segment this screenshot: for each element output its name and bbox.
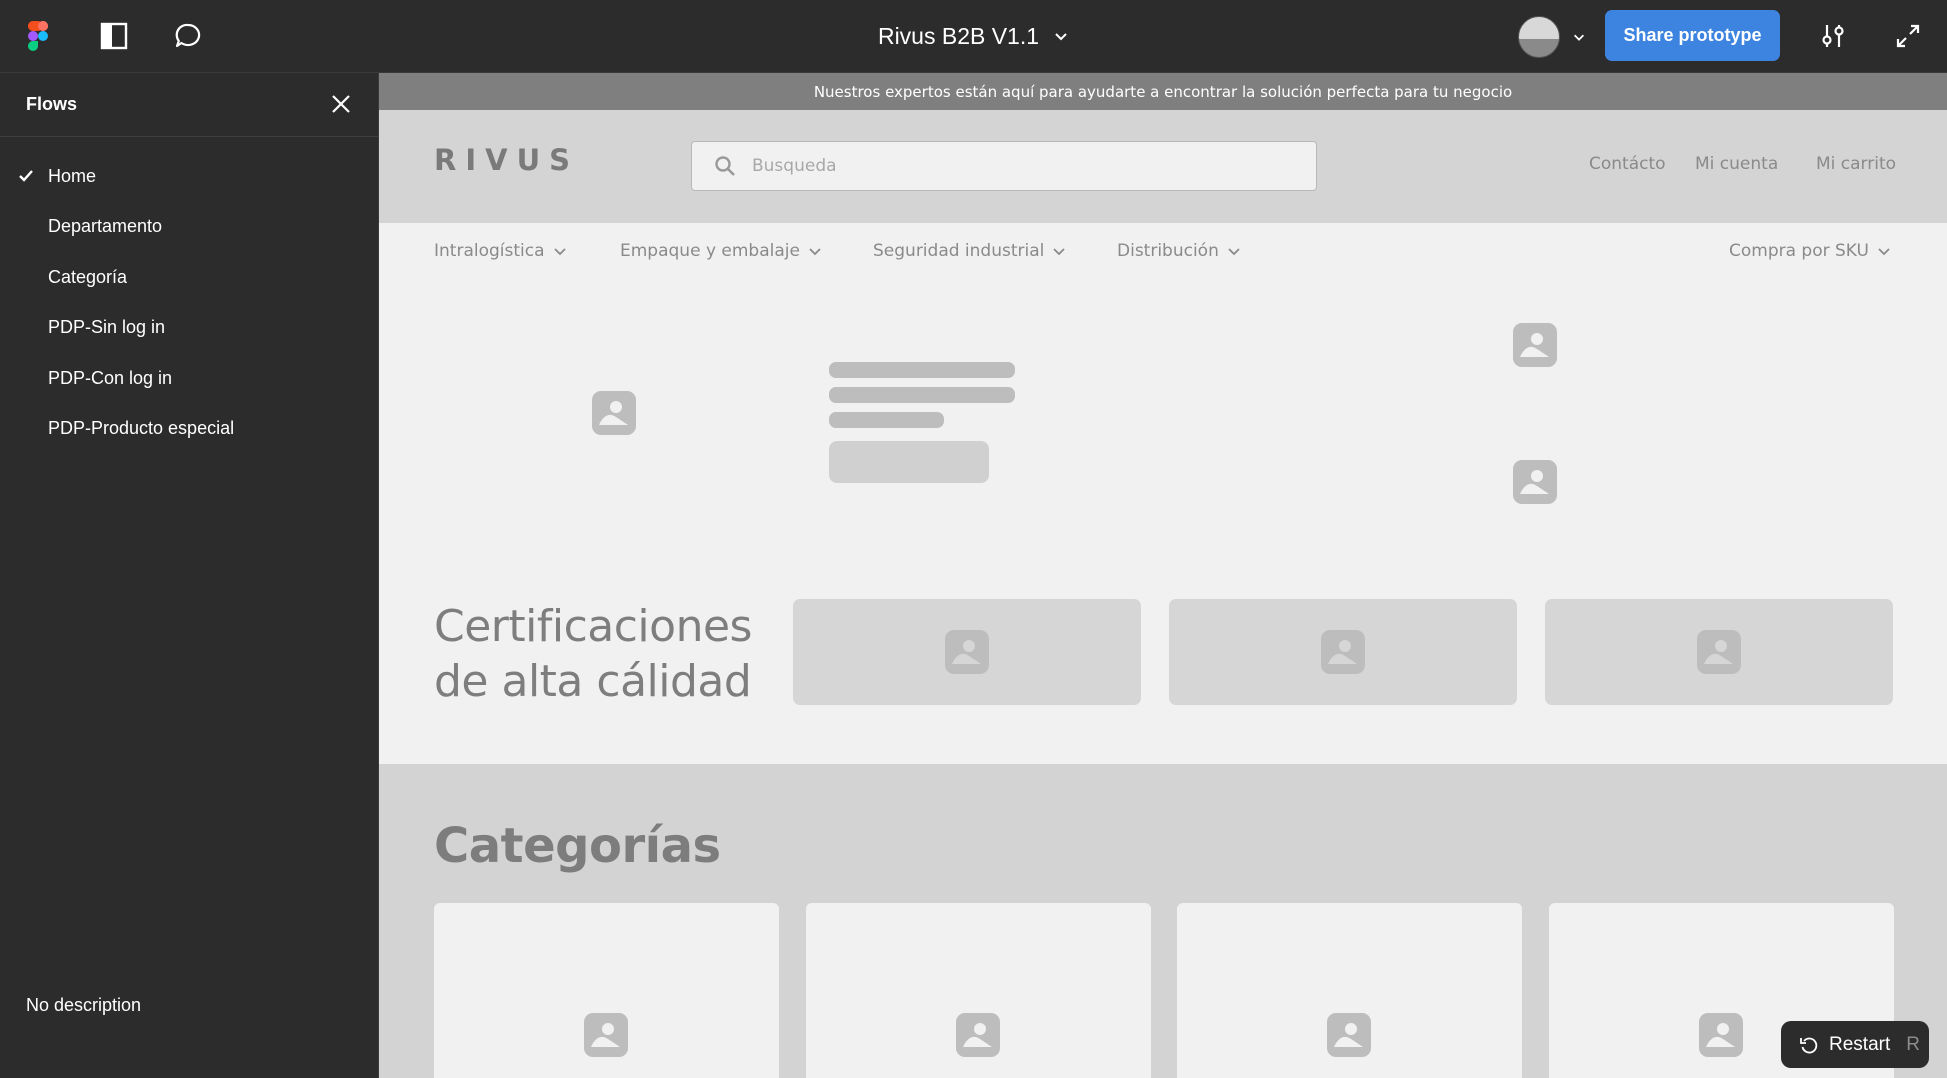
search-input[interactable] (750, 155, 1316, 177)
image-placeholder-icon (584, 1013, 628, 1057)
restart-icon (1800, 1037, 1818, 1053)
image-placeholder-icon (1699, 1013, 1743, 1057)
chevron-down-icon (1878, 248, 1890, 256)
flow-item-label: Categoría (48, 266, 128, 287)
chevron-down-icon (1574, 34, 1584, 41)
category-card[interactable] (434, 903, 779, 1078)
button-skeleton[interactable] (829, 441, 989, 483)
flow-item-label: Departamento (48, 216, 163, 237)
flow-item-label: PDP-Con log in (48, 367, 173, 388)
text-skeleton-line (829, 387, 1015, 403)
nav-item-label: Compra por SKU (1729, 241, 1869, 261)
image-placeholder-icon (592, 391, 636, 435)
flow-item-categoria[interactable]: Categoría (0, 252, 378, 303)
flows-header: Flows (0, 73, 378, 137)
search-icon (715, 156, 735, 176)
top-toolbar: Rivus B2B V1.1 Share prototype (0, 0, 1947, 73)
close-icon[interactable] (330, 93, 352, 115)
announcement-bar: Nuestros expertos están aquí para ayudar… (379, 73, 1947, 110)
certifications-title-line: Certificaciones (434, 601, 752, 652)
flow-item-pdp-con-log-in[interactable]: PDP-Con log in (0, 353, 378, 404)
image-placeholder-icon (1513, 323, 1557, 367)
certification-card[interactable] (1169, 599, 1517, 705)
image-placeholder-icon (1321, 630, 1365, 674)
user-menu[interactable] (1518, 16, 1586, 58)
flow-item-pdp-producto-especial[interactable]: PDP-Producto especial (0, 404, 378, 455)
chevron-down-icon (553, 248, 566, 256)
image-placeholder-icon (1697, 630, 1741, 674)
text-skeleton-line (829, 412, 944, 428)
svg-text:RIVUS: RIVUS (434, 146, 579, 172)
my-cart-link[interactable]: Mi carrito (1816, 154, 1896, 174)
flow-description: No description (26, 995, 142, 1015)
my-account-link[interactable]: Mi cuenta (1695, 154, 1778, 174)
flow-item-pdp-sin-log-in[interactable]: PDP-Sin log in (0, 303, 378, 354)
flow-item-home[interactable]: Home (0, 151, 378, 202)
restart-shortcut: R (1906, 1033, 1920, 1055)
flows-sidebar: Flows Home Departamento Categoría PDP-Si… (0, 73, 379, 1078)
flow-item-departamento[interactable]: Departamento (0, 202, 378, 253)
nav-item-empaque[interactable]: Empaque y embalaje (620, 241, 822, 261)
checkmark-icon (19, 170, 33, 182)
avatar (1518, 16, 1560, 58)
nav-item-label: Distribución (1117, 241, 1219, 261)
categories-section: Categorías (379, 764, 1947, 1078)
image-placeholder-icon (956, 1013, 1000, 1057)
image-placeholder-icon (945, 630, 989, 674)
certifications-title: Certificaciones de alta cálidad (434, 599, 764, 709)
categories-title: Categorías (434, 818, 721, 874)
image-placeholder-icon (1513, 460, 1557, 504)
hero-banner (379, 283, 1947, 599)
flow-item-label: Home (48, 165, 97, 186)
category-nav: Intralogística Empaque y embalaje Seguri… (379, 223, 1947, 283)
rivus-logo[interactable]: RIVUS (434, 143, 604, 177)
image-placeholder-icon (1327, 1013, 1371, 1057)
sliders-icon[interactable] (1818, 21, 1848, 51)
certification-card[interactable] (1545, 599, 1893, 705)
nav-item-label: Intralogística (434, 241, 545, 261)
nav-item-compra-por-sku[interactable]: Compra por SKU (1729, 241, 1891, 261)
document-title: Rivus B2B V1.1 (877, 22, 1040, 49)
certifications-title-line: de alta cálidad (434, 656, 752, 707)
text-skeleton-line (829, 362, 1015, 378)
chevron-down-icon (809, 248, 821, 256)
chevron-down-icon (1053, 248, 1066, 256)
restart-label: Restart (1829, 1033, 1891, 1055)
flows-title: Flows (26, 94, 78, 114)
share-prototype-button[interactable]: Share prototype (1605, 10, 1780, 61)
nav-item-intralogistica[interactable]: Intralogística (434, 241, 567, 261)
nav-item-label: Empaque y embalaje (620, 241, 800, 261)
flow-item-label: PDP-Producto especial (48, 418, 235, 439)
contact-link[interactable]: Contácto (1589, 154, 1666, 174)
certifications-section: Certificaciones de alta cálidad (379, 599, 1947, 737)
flow-item-label: PDP-Sin log in (48, 317, 166, 338)
site-header: RIVUS Contácto Mi cuenta Mi carrito (379, 110, 1947, 223)
expand-arrows-icon[interactable] (1893, 21, 1923, 51)
chevron-down-icon (1055, 33, 1067, 41)
chevron-down-icon (1228, 248, 1240, 256)
nav-item-seguridad[interactable]: Seguridad industrial (873, 241, 1066, 261)
nav-item-distribucion[interactable]: Distribución (1117, 241, 1241, 261)
flow-list: Home Departamento Categoría PDP-Sin log … (0, 137, 378, 454)
nav-item-label: Seguridad industrial (873, 241, 1045, 261)
prototype-canvas: Nuestros expertos están aquí para ayudar… (379, 73, 1947, 1078)
category-card[interactable] (806, 903, 1151, 1078)
restart-button[interactable]: Restart R (1781, 1021, 1929, 1068)
certification-card[interactable] (793, 599, 1141, 705)
search-bar[interactable] (691, 141, 1317, 191)
category-card[interactable] (1177, 903, 1522, 1078)
